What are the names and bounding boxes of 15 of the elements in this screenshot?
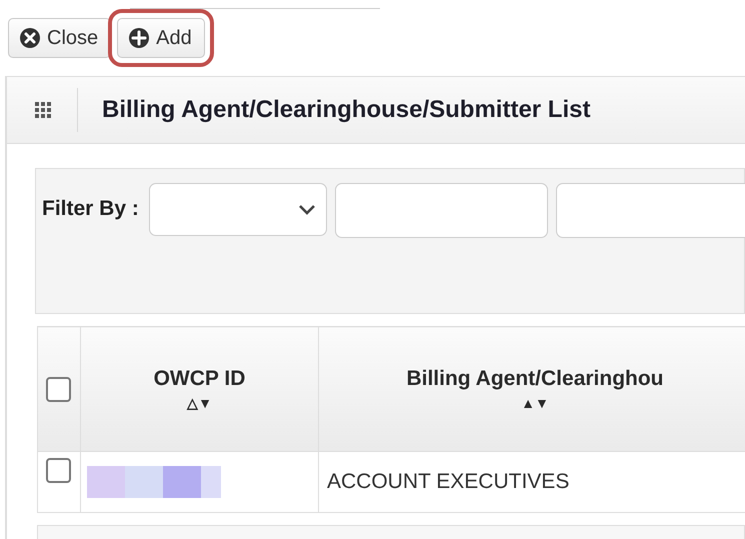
filter-input[interactable] — [334, 183, 548, 238]
filter-input[interactable] — [556, 183, 745, 238]
sort-arrows[interactable]: ▲▼ — [521, 395, 549, 411]
chevron-down-icon — [298, 204, 316, 216]
filter-label: Filter By : — [42, 197, 139, 221]
column-header[interactable]: Billing Agent/Clearinghou — [406, 367, 664, 391]
select-all-checkbox[interactable] — [46, 376, 71, 402]
page-title: Billing Agent/Clearinghouse/Submitter List — [102, 96, 590, 124]
row-checkbox[interactable] — [46, 458, 71, 483]
sort-arrows[interactable]: △▼ — [187, 395, 212, 411]
plus-icon — [128, 27, 150, 49]
column-header[interactable]: OWCP ID — [154, 367, 246, 391]
close-button[interactable]: Close — [8, 18, 112, 58]
grid-icon[interactable] — [35, 102, 51, 118]
close-icon — [19, 27, 41, 49]
